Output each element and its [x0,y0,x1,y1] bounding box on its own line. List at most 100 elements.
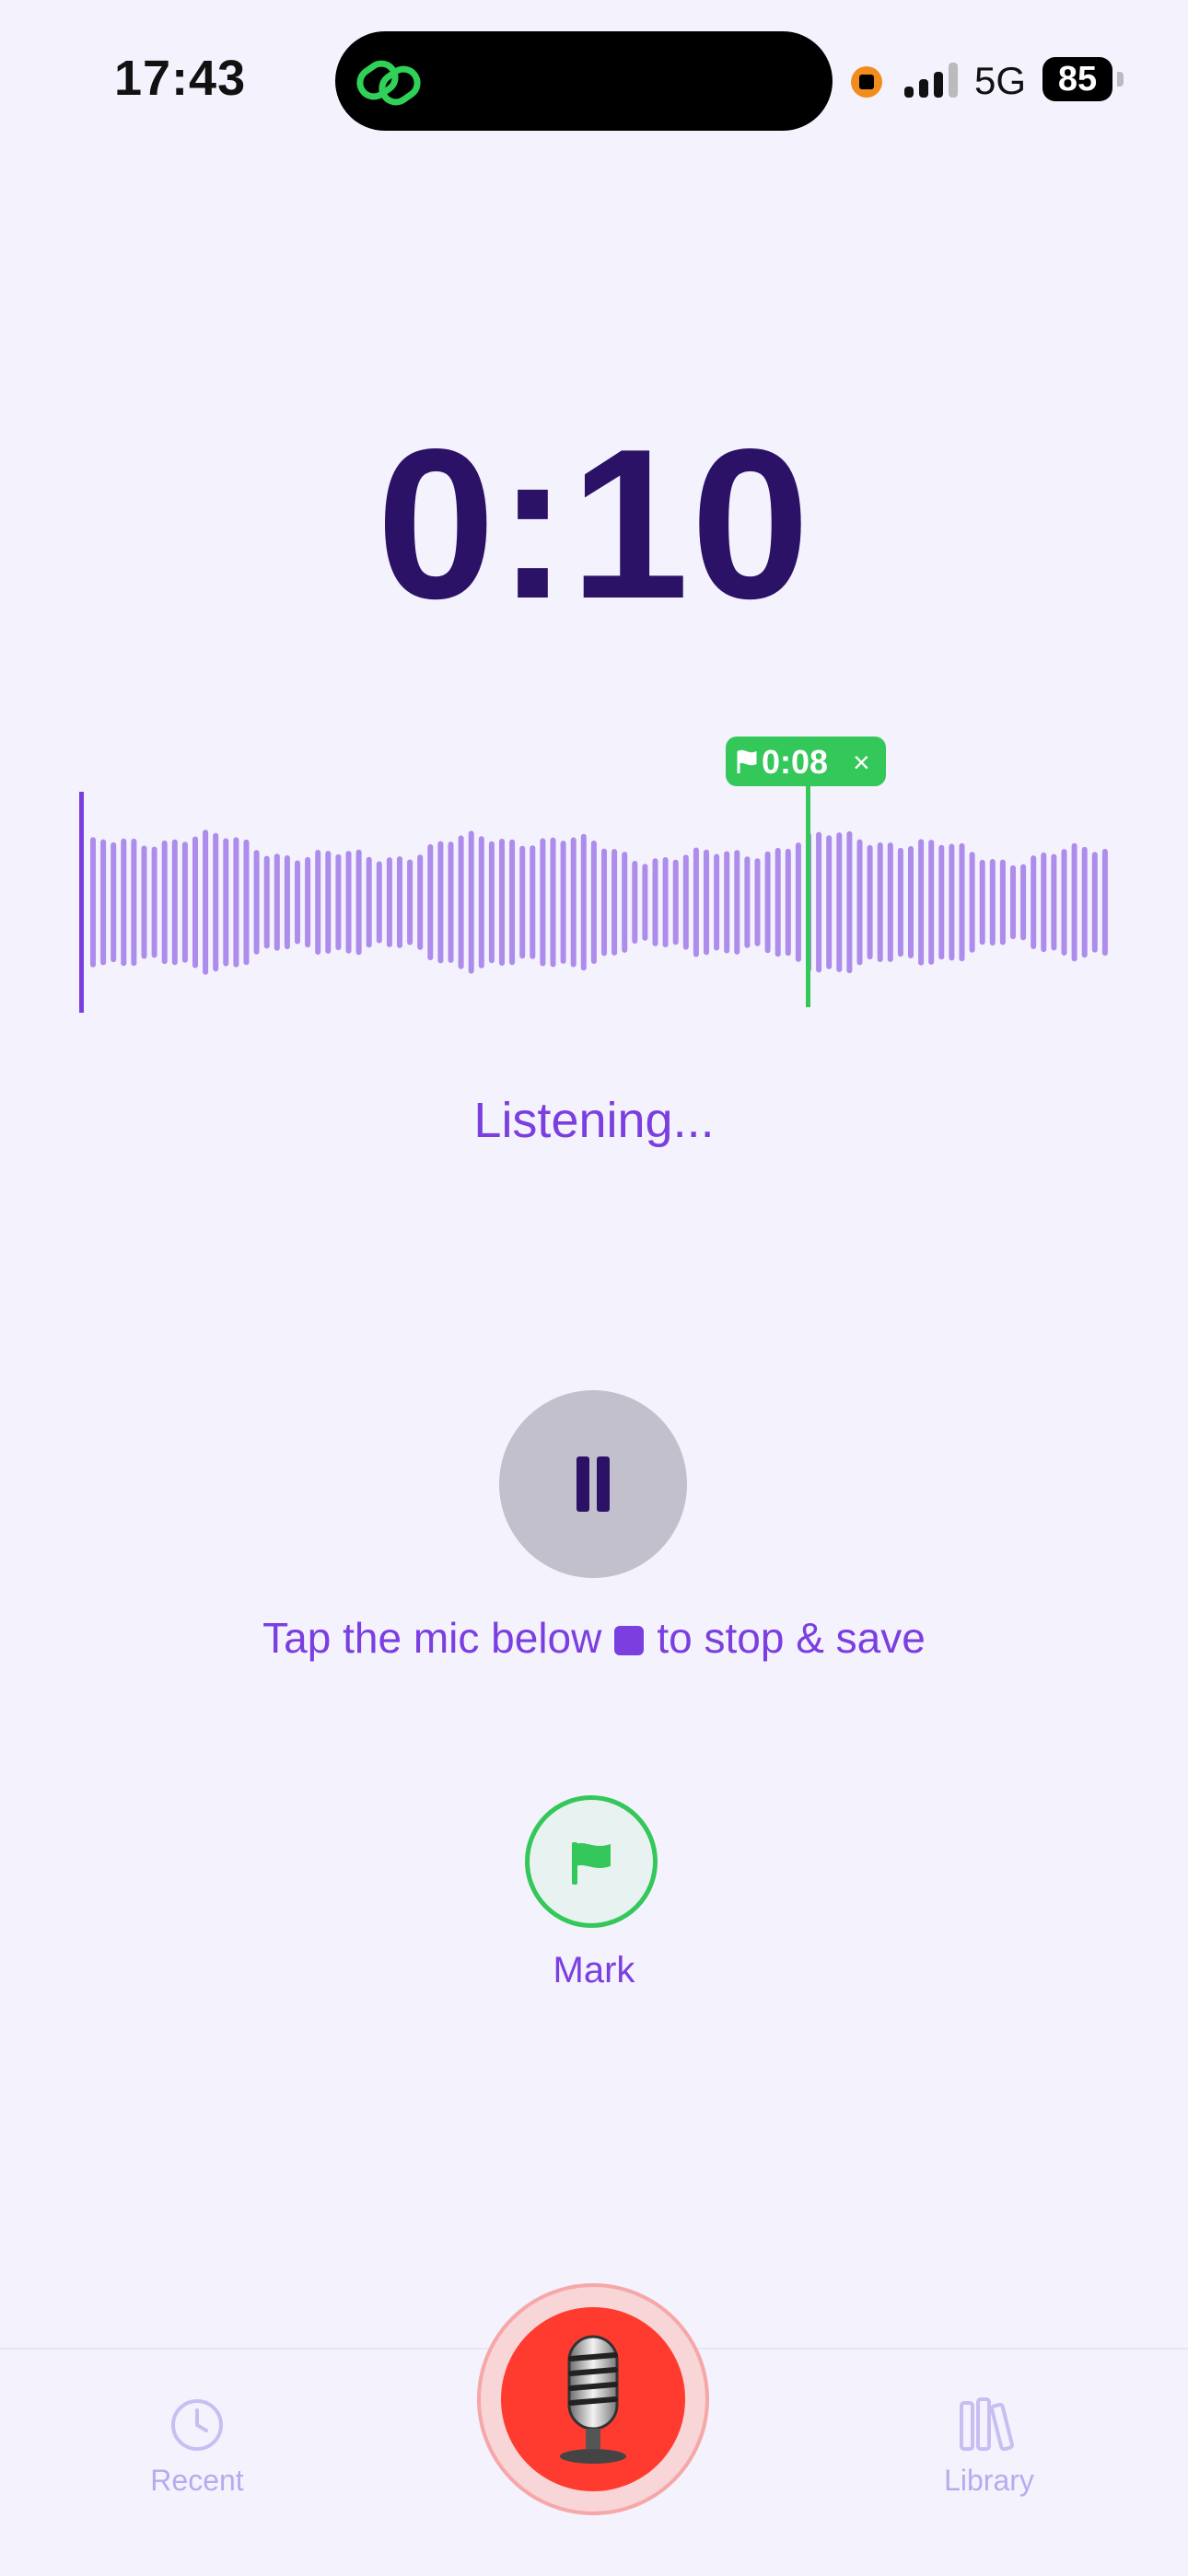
audio-waveform[interactable]: 0:08 × [74,727,1124,1022]
waveform-bar [437,841,444,964]
waveform-bar [979,859,985,946]
waveform-bar [519,845,526,959]
waveform-bar [918,839,925,966]
waveform-bar [959,842,965,962]
waveform-bar [263,855,270,949]
hint-after: to stop & save [657,1614,926,1662]
waveform-bar [499,839,505,966]
waveform-bar [417,854,424,950]
waveform-bar [427,843,434,961]
waveform-bar [478,836,484,969]
bookmark-remove-icon[interactable]: × [853,746,870,779]
waveform-bar [1061,849,1067,956]
waveform-bar [734,850,740,955]
waveform-bar [243,839,250,966]
waveform-bar [570,837,577,968]
waveform-bar [908,846,914,958]
waveform-bar [407,859,413,946]
waveform-bar [161,840,168,965]
waveform-bar [1020,864,1027,941]
waveform-bar [949,843,955,961]
waveform-bar [856,839,863,966]
pause-icon [577,1456,589,1512]
waveform-bar [999,859,1006,946]
waveform-bar [458,835,464,969]
tab-recent[interactable]: Recent [87,2464,308,2498]
hint-before: Tap the mic below [262,1614,602,1662]
network-type: 5G [974,59,1027,102]
stop-square-icon [614,1626,645,1655]
waveform-bar [846,830,853,974]
waveform-bar [1091,852,1098,953]
microphone-icon [560,2335,626,2464]
bookmark-line [806,784,810,1007]
waveform-bar [622,852,628,953]
waveform-bar [560,841,566,964]
waveform-bar [305,856,311,948]
waveform-bar [315,849,321,956]
recording-timer: 0:10 [376,405,812,644]
waveform-bar [785,848,791,957]
waveform-bar [580,833,587,971]
battery-indicator: 85 [1042,57,1112,101]
waveform-bar [325,851,332,954]
waveform-bar [550,837,556,968]
waveform-bar [345,851,352,954]
waveform-bar [836,832,843,972]
waveform-bar [611,849,618,956]
recording-indicator-icon [851,66,882,98]
waveform-bar [1031,855,1037,949]
playhead [79,792,84,1013]
waveform-bar [509,839,516,966]
waveform-bar [887,842,893,962]
waveform-bar [295,860,300,945]
pause-icon-bar [597,1456,610,1512]
waveform-bar [1041,852,1047,953]
waveform-bar [488,841,495,964]
stop-hint: Tap the mic below to stop & save [0,1613,1188,1663]
waveform-bar [601,848,607,957]
waveform-bar [1071,842,1077,962]
waveform-bar [1101,849,1108,956]
waveform-bar [90,837,96,968]
waveform-bar [111,841,117,963]
waveform-bar [151,846,157,958]
waveform-bar [213,832,219,972]
waveform-bar [100,839,107,966]
waveform-bar [376,861,382,944]
waveform-bar [775,847,781,957]
status-time: 17:43 [114,51,247,106]
waveform-bar [877,841,883,963]
waveform-bar [652,858,658,946]
waveform-bar [274,853,280,951]
waveform-bar [284,854,290,950]
waveform-bar [1081,846,1088,958]
waveform-bar [1051,853,1057,951]
pause-button[interactable] [499,1390,687,1578]
waveform-bar [682,854,689,950]
waveform-bar [386,857,392,947]
waveform-bar [121,838,127,967]
waveform-bar [662,856,669,948]
record-stop-button[interactable] [501,2307,685,2491]
library-icon[interactable] [958,2396,1022,2453]
waveform-bar [1010,864,1016,940]
mark-button[interactable] [525,1795,658,1928]
waveform-bar [448,841,454,963]
waveform-bar [672,859,679,946]
waveform-bar [642,864,648,941]
waveform-bar [233,837,239,968]
waveform-bar [131,838,137,967]
waveform-bar [714,853,720,951]
waveform-bar [468,830,474,974]
waveform-bar [181,841,188,963]
waveform-bar [355,849,362,956]
mark-label: Mark [553,1950,635,1990]
waveform-bar [816,831,822,973]
waveform-bar [590,841,597,964]
tab-library[interactable]: Library [879,2464,1100,2498]
waveform-bar [223,838,229,967]
waveform-bar [171,839,178,966]
clock-icon[interactable] [169,2397,225,2453]
waveform-bar [693,847,699,957]
